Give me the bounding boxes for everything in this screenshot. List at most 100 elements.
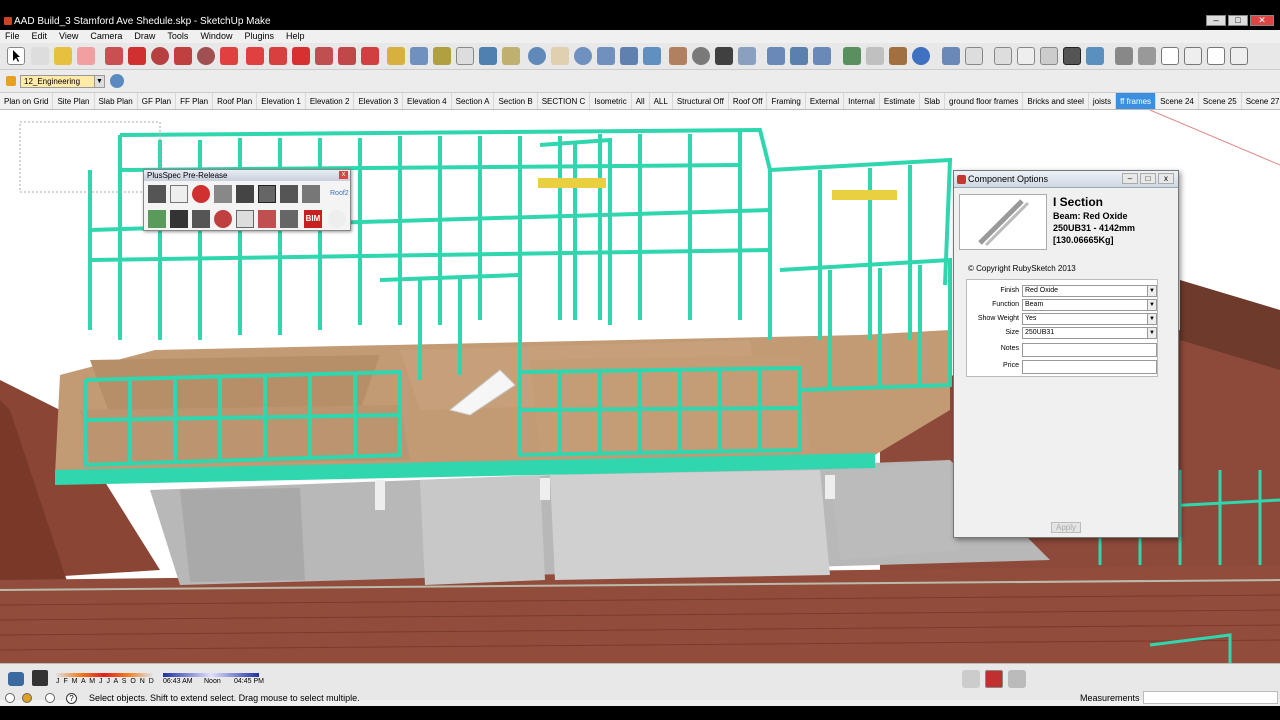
layer-manager-icon[interactable] [110, 74, 124, 88]
size-select[interactable]: 250UB31 ▼ [1022, 327, 1157, 339]
apply-button[interactable]: Apply [1051, 522, 1081, 533]
walk-icon[interactable] [715, 47, 733, 65]
circle-icon[interactable] [151, 47, 169, 65]
position-camera-icon[interactable] [669, 47, 687, 65]
bim-inspector-icon[interactable] [985, 670, 1003, 688]
left-house-icon[interactable] [1230, 47, 1248, 65]
plusspec-header[interactable]: PlusSpec Pre-Release x [144, 170, 350, 181]
price-input[interactable] [1022, 360, 1157, 374]
menu-camera[interactable]: Camera [90, 30, 122, 43]
measurements-input[interactable] [1143, 691, 1278, 704]
scene-tab[interactable]: ALL [650, 93, 673, 109]
tape-measure-icon[interactable] [387, 47, 405, 65]
paint-bucket-icon[interactable] [54, 47, 72, 65]
scene-tab[interactable]: Scene 24 [1156, 93, 1199, 109]
protractor-icon[interactable] [433, 47, 451, 65]
menu-file[interactable]: File [5, 30, 20, 43]
plusspec-grid-icon[interactable] [236, 210, 254, 228]
menu-window[interactable]: Window [200, 30, 232, 43]
component-options-header[interactable]: Component Options – □ x [954, 171, 1178, 188]
plusspec-landscape-icon[interactable] [148, 210, 166, 228]
scene-tab[interactable]: Elevation 3 [354, 93, 404, 109]
scene-tab[interactable]: Elevation 2 [306, 93, 355, 109]
plusspec-column-icon[interactable] [302, 185, 320, 203]
back-house-icon[interactable] [1207, 47, 1225, 65]
show-weight-select[interactable]: Yes ▼ [1022, 313, 1157, 325]
scene-tab[interactable]: External [806, 93, 845, 109]
geo-location-icon[interactable] [5, 693, 15, 703]
share-component-icon[interactable] [889, 47, 907, 65]
freehand-icon[interactable] [220, 47, 238, 65]
orbit-icon[interactable] [528, 47, 546, 65]
menu-edit[interactable]: Edit [32, 30, 48, 43]
scale-icon[interactable] [338, 47, 356, 65]
plusspec-door-icon[interactable] [170, 185, 188, 203]
scene-tab[interactable]: Scene 27 [1242, 93, 1280, 109]
follow-me-icon[interactable] [315, 47, 333, 65]
plusspec-wall-icon[interactable] [148, 185, 166, 203]
dialog-maximize-button[interactable]: □ [1140, 173, 1156, 184]
user-icon[interactable] [45, 693, 55, 703]
scene-tab[interactable]: Slab [920, 93, 945, 109]
plusspec-roof-label[interactable]: Roof2 [330, 190, 349, 197]
section-plane-icon[interactable] [738, 47, 756, 65]
scene-tab[interactable]: ff frames [1116, 93, 1157, 109]
plusspec-frame-icon[interactable] [280, 185, 298, 203]
wireframe-icon[interactable] [994, 47, 1012, 65]
time-slider[interactable] [163, 673, 259, 677]
plusspec-hand-icon[interactable] [328, 210, 346, 228]
scene-tab[interactable]: SECTION C [538, 93, 591, 109]
front-house-icon[interactable] [1161, 47, 1179, 65]
plusspec-stairs-icon[interactable] [236, 185, 254, 203]
component-icon[interactable] [1008, 670, 1026, 688]
scene-tab[interactable]: FF Plan [176, 93, 214, 109]
text-icon[interactable] [456, 47, 474, 65]
chevron-down-icon[interactable]: ▼ [1147, 286, 1156, 296]
scene-tab[interactable]: Isometric [590, 93, 632, 109]
shaded-icon[interactable] [1040, 47, 1058, 65]
scene-tab[interactable]: Internal [844, 93, 880, 109]
top-view-icon[interactable] [790, 47, 808, 65]
scene-tab[interactable]: Section A [452, 93, 495, 109]
zoom-icon[interactable] [574, 47, 592, 65]
scene-tab[interactable]: Structural Off [673, 93, 729, 109]
scene-tab[interactable]: Bricks and steel [1023, 93, 1089, 109]
plusspec-bim-button[interactable]: BIM [304, 210, 322, 228]
pan-icon[interactable] [551, 47, 569, 65]
back-edges-icon[interactable] [965, 47, 983, 65]
scene-tab[interactable]: All [632, 93, 650, 109]
plusspec-close-icon[interactable]: x [339, 171, 348, 179]
chevron-down-icon[interactable]: ▼ [1147, 314, 1156, 324]
chevron-down-icon[interactable]: ▼ [1147, 300, 1156, 310]
plusspec-toolbar[interactable]: PlusSpec Pre-Release x Roof2 BIM [143, 169, 351, 231]
previous-view-icon[interactable] [643, 47, 661, 65]
plusspec-beam-icon[interactable] [170, 210, 188, 228]
menu-plugins[interactable]: Plugins [244, 30, 274, 43]
layer-select[interactable]: 12_Engineering ▼ [20, 75, 105, 88]
scene-tab[interactable]: Roof Off [729, 93, 768, 109]
share-model-icon[interactable] [866, 47, 884, 65]
scene-tab[interactable]: Elevation 4 [403, 93, 452, 109]
plusspec-ramp-icon[interactable] [192, 210, 210, 228]
dialog-minimize-button[interactable]: – [1122, 173, 1138, 184]
scene-tab[interactable]: ground floor frames [945, 93, 1024, 109]
front-view-icon[interactable] [813, 47, 831, 65]
scene-tab[interactable]: Plan on Grid [0, 93, 54, 109]
scene-tab[interactable]: Estimate [880, 93, 920, 109]
menu-draw[interactable]: Draw [134, 30, 155, 43]
iso-view-icon[interactable] [767, 47, 785, 65]
shadow-settings-icon[interactable] [8, 672, 24, 686]
shadows-toggle-icon[interactable] [32, 670, 48, 686]
scene-tab[interactable]: GF Plan [138, 93, 177, 109]
hand-pointer-icon[interactable] [962, 670, 980, 688]
scene-tab[interactable]: Roof Plan [213, 93, 258, 109]
right-house-icon[interactable] [1184, 47, 1202, 65]
plusspec-tool-icon[interactable] [258, 210, 276, 228]
plusspec-hole-icon[interactable] [192, 185, 210, 203]
finish-select[interactable]: Red Oxide ▼ [1022, 285, 1157, 297]
push-pull-icon[interactable] [269, 47, 287, 65]
zoom-extents-icon[interactable] [620, 47, 638, 65]
offset-icon[interactable] [361, 47, 379, 65]
extension-warehouse-icon[interactable] [912, 47, 930, 65]
axes-icon[interactable] [479, 47, 497, 65]
